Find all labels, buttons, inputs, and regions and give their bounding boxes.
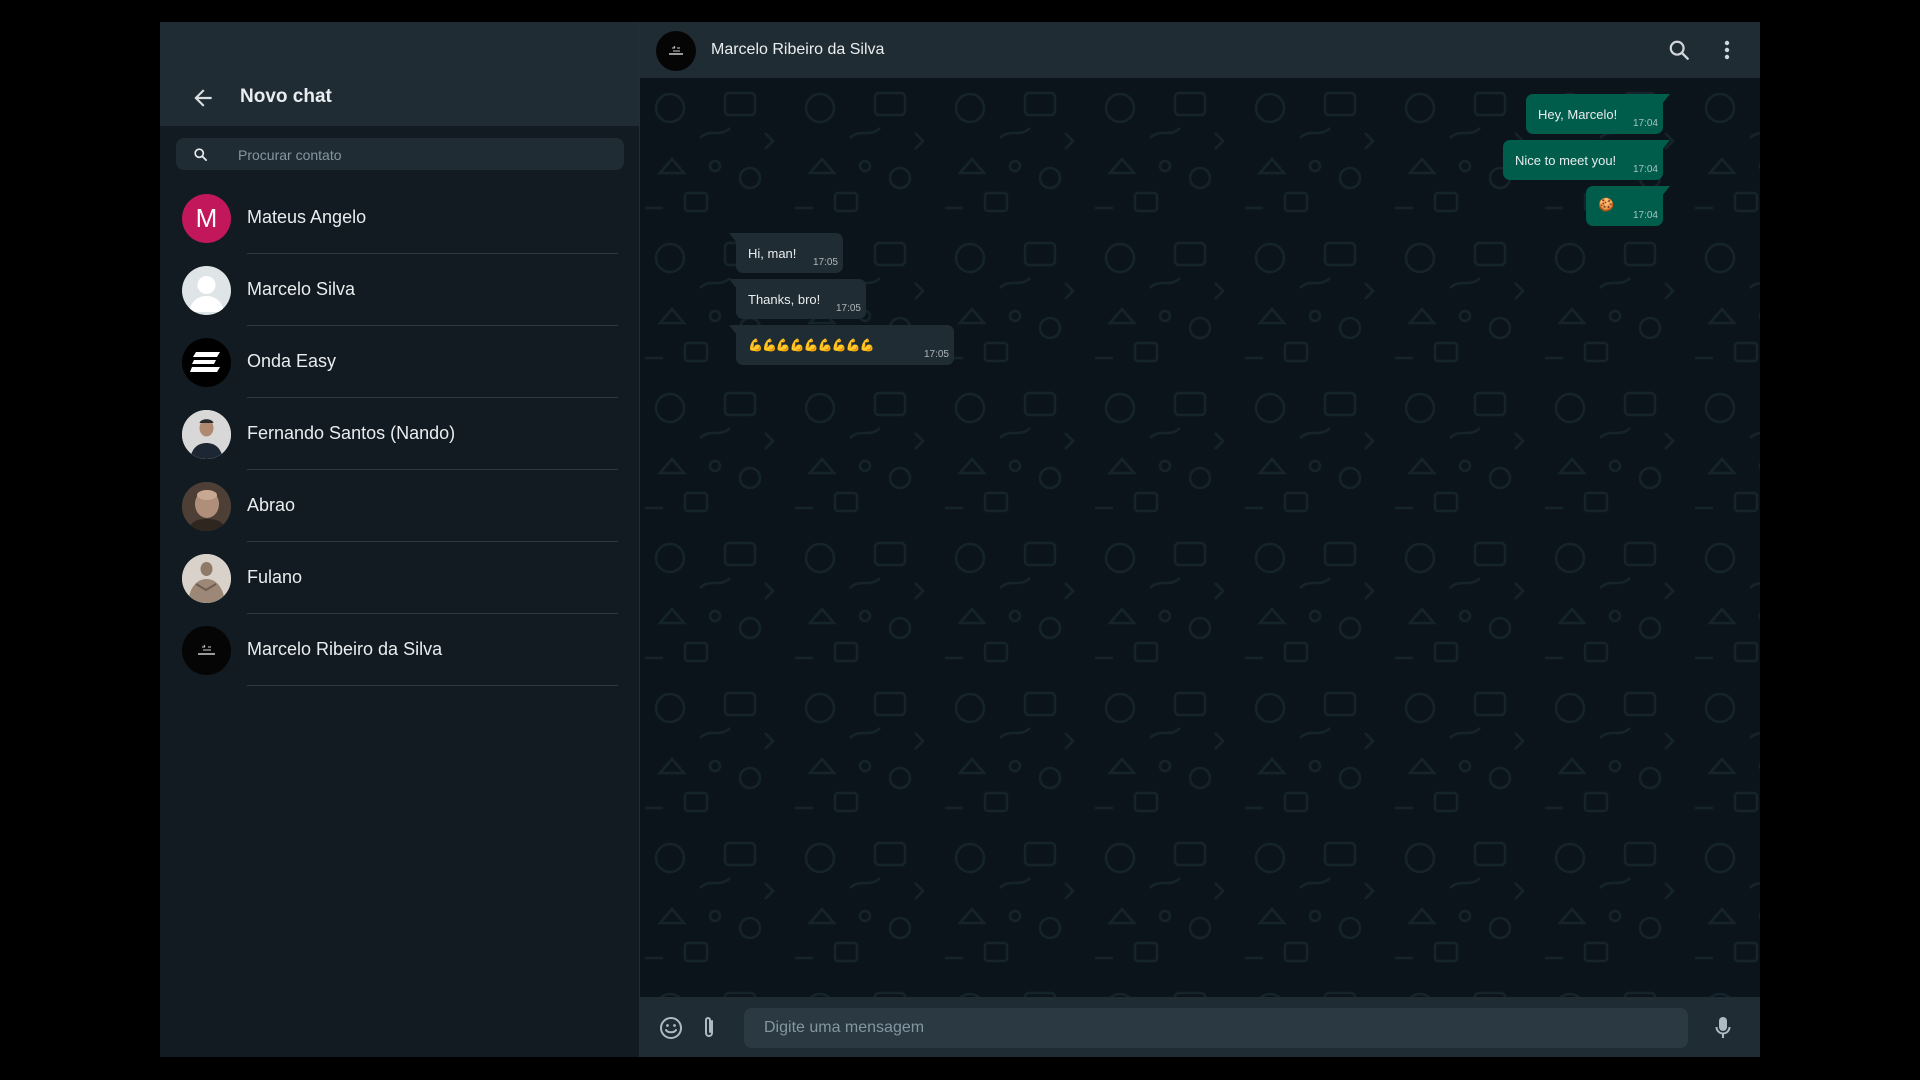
message-text: Nice to meet you! <box>1515 153 1617 168</box>
contact-item-marcelo-ribeiro[interactable]: Marcelo Ribeiro da Silva <box>160 614 640 686</box>
outgoing-message[interactable]: 🍪 17:04 <box>1586 186 1670 226</box>
contact-name: Onda Easy <box>247 351 337 371</box>
contact-name: Fernando Santos (Nando) <box>247 423 456 443</box>
message-time: 17:05 <box>835 303 861 314</box>
message-time: 17:04 <box>1632 164 1658 175</box>
contact-name: Abrao <box>247 495 296 515</box>
outgoing-message[interactable]: Nice to meet you! 17:04 <box>1503 140 1670 180</box>
contact-name: Mateus Angelo <box>247 207 367 227</box>
avatar[interactable] <box>656 31 696 71</box>
incoming-message[interactable]: 💪💪💪💪💪💪💪💪💪 17:05 <box>729 325 954 365</box>
search-icon <box>194 148 207 161</box>
person-photo-icon <box>182 410 231 459</box>
outgoing-message[interactable]: Hey, Marcelo! 17:04 <box>1526 94 1670 134</box>
chat-panel: Marcelo Ribeiro da Silva Hey, Marcelo! 1… <box>640 22 1760 1057</box>
message-text: 🍪 <box>1598 197 1615 212</box>
avatar-photo <box>182 482 231 531</box>
person-photo-icon <box>182 554 231 603</box>
new-chat-header: Novo chat <box>160 22 639 126</box>
brand-logo-icon <box>669 45 683 55</box>
app-window: Novo chat M Mateus Angelo <box>160 22 1760 1057</box>
message-list: Hey, Marcelo! 17:04 Nice to meet you! 17… <box>640 78 1760 997</box>
message-time: 17:05 <box>812 257 838 268</box>
bubble-tail <box>729 233 737 243</box>
message-input[interactable] <box>744 1008 1688 1048</box>
contact-name: Marcelo Ribeiro da Silva <box>247 639 443 659</box>
contact-name: Marcelo Silva <box>247 279 356 299</box>
avatar-initial-letter: M <box>195 203 218 233</box>
contact-item-mateus-angelo[interactable]: M Mateus Angelo <box>160 182 640 254</box>
menu-dots-icon[interactable] <box>1724 40 1730 60</box>
message-time: 17:04 <box>1632 118 1658 129</box>
person-silhouette-icon <box>189 276 224 312</box>
contact-item-fulano[interactable]: Fulano <box>160 542 640 614</box>
onda-easy-logo-icon <box>190 352 220 372</box>
contact-item-onda-easy[interactable]: Onda Easy <box>160 326 640 398</box>
avatar-default <box>182 266 231 315</box>
incoming-message[interactable]: Hi, man! 17:05 <box>729 233 843 273</box>
attach-clip-icon[interactable] <box>702 1015 716 1040</box>
contact-item-marcelo-silva[interactable]: Marcelo Silva <box>160 254 640 326</box>
avatar-initial: M <box>182 194 231 243</box>
contact-search-box <box>176 138 624 172</box>
bubble-tail <box>729 325 737 335</box>
microphone-icon[interactable] <box>1715 1016 1731 1040</box>
contact-item-abrao[interactable]: Abrao <box>160 470 640 542</box>
compose-bar <box>640 997 1760 1057</box>
brand-logo-icon <box>198 644 215 655</box>
message-text: Thanks, bro! <box>748 292 821 307</box>
contact-item-fernando-santos[interactable]: Fernando Santos (Nando) <box>160 398 640 470</box>
message-text: 💪💪💪💪💪💪💪💪💪 <box>748 338 874 352</box>
back-arrow-icon[interactable] <box>190 85 216 111</box>
contact-list: M Mateus Angelo Marcelo Silva Onda Easy … <box>160 182 640 686</box>
new-chat-panel: Novo chat M Mateus Angelo <box>160 22 640 1057</box>
bubble-tail <box>1662 140 1670 150</box>
avatar-logo <box>182 338 231 387</box>
contact-search-input[interactable] <box>236 138 610 172</box>
person-photo-icon <box>182 482 231 531</box>
message-text: Hey, Marcelo! <box>1538 107 1618 122</box>
message-text: Hi, man! <box>748 246 797 261</box>
chat-contact-name: Marcelo Ribeiro da Silva <box>711 41 885 58</box>
search-icon[interactable] <box>1668 39 1690 61</box>
incoming-message[interactable]: Thanks, bro! 17:05 <box>729 279 866 319</box>
emoji-icon[interactable] <box>659 1016 683 1040</box>
avatar-logo <box>182 626 231 675</box>
message-time: 17:04 <box>1632 210 1658 221</box>
new-chat-title: Novo chat <box>240 86 332 107</box>
bubble-tail <box>729 279 737 289</box>
avatar-photo <box>182 554 231 603</box>
chat-header[interactable]: Marcelo Ribeiro da Silva <box>640 22 1760 78</box>
message-time: 17:05 <box>923 349 949 360</box>
contact-name: Fulano <box>247 567 303 587</box>
divider <box>247 685 618 686</box>
avatar-photo <box>182 410 231 459</box>
bubble-tail <box>1662 94 1670 104</box>
bubble-tail <box>1662 186 1670 196</box>
